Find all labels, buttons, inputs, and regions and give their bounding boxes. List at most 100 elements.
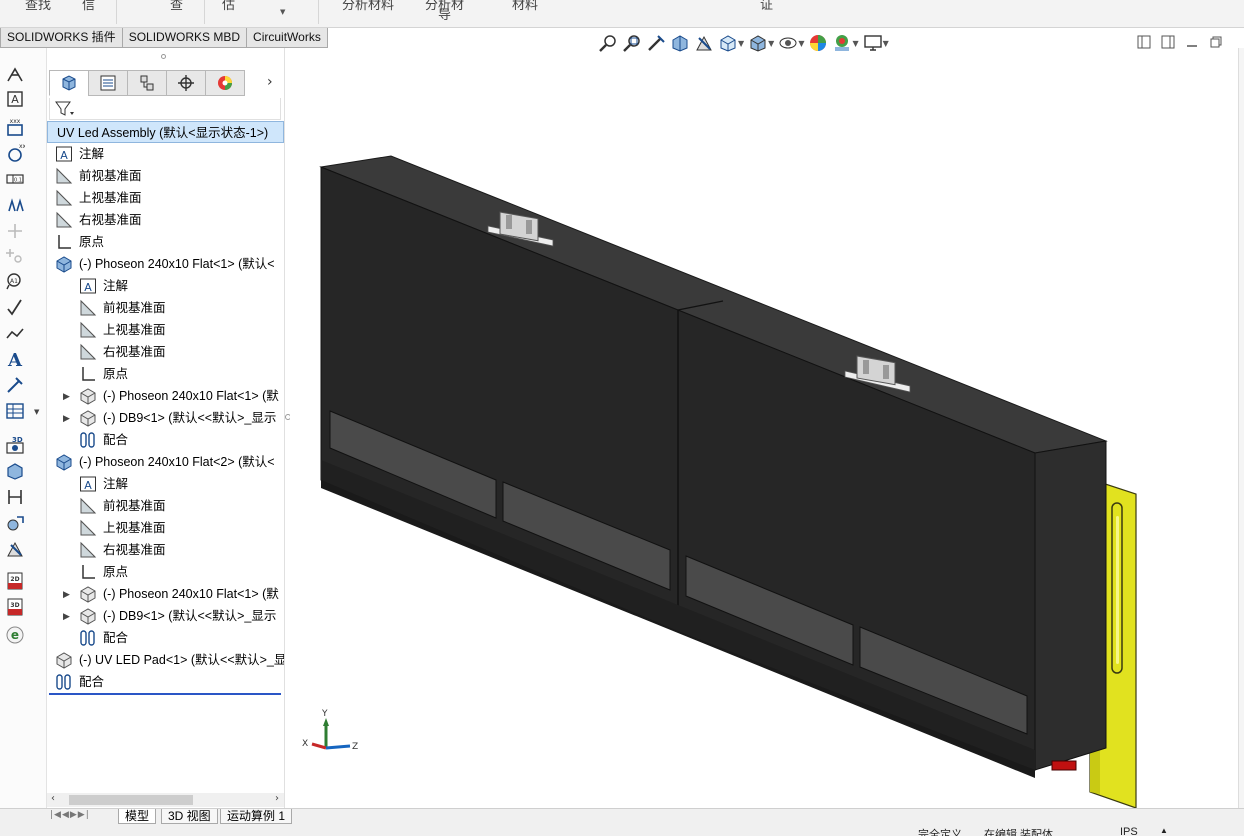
property-tab[interactable] (88, 70, 128, 96)
tree-item[interactable]: UV Led Assembly (默认<显示状态-1>) (47, 121, 284, 143)
leader-icon[interactable]: A1 (4, 270, 26, 292)
tree-item[interactable]: (-) UV LED Pad<1> (默认<<默认>_显 (47, 649, 284, 671)
view-settings-icon[interactable] (861, 32, 885, 54)
tree-item[interactable]: ▶ (-) Phoseon 240x10 Flat<1> (默 (47, 583, 284, 605)
expand-arrow-icon[interactable]: ▶ (63, 583, 70, 605)
apply-scene-icon[interactable] (830, 32, 854, 54)
text-icon[interactable]: A (4, 348, 26, 370)
tree-item[interactable]: 配合 (47, 627, 284, 649)
tree-item[interactable]: (-) Phoseon 240x10 Flat<2> (默认< (47, 451, 284, 473)
hole-callout-icon[interactable] (4, 374, 26, 396)
weld-symbol-icon[interactable] (4, 244, 26, 266)
apply-scene-dropdown-icon[interactable]: ▼ (852, 39, 858, 48)
ribbon-label-material[interactable]: 材料 (512, 0, 538, 13)
previous-view-icon[interactable] (644, 32, 668, 54)
status-units[interactable]: IPS (1120, 826, 1138, 836)
smart-dimension-icon[interactable] (4, 64, 26, 86)
zoom-to-area-icon[interactable] (620, 32, 644, 54)
tree-item[interactable]: (-) Phoseon 240x10 Flat<1> (默认< (47, 253, 284, 275)
table-dropdown-icon[interactable]: ▼ (34, 408, 39, 416)
expand-arrow-icon[interactable]: ▶ (63, 605, 70, 627)
tree-item[interactable]: A 注解 (47, 473, 284, 495)
tree-item[interactable]: 上视基准面 (47, 187, 284, 209)
tree-item[interactable]: A 注解 (47, 143, 284, 165)
ribbon-label-verify[interactable]: 证 (760, 0, 773, 13)
publish-3d-pdf-icon[interactable]: 2D (4, 570, 26, 592)
tree-item[interactable]: 右视基准面 (47, 341, 284, 363)
tab-nav-arrows-icon[interactable]: |◀◀▶▶| (50, 810, 90, 820)
ribbon-label-estimate[interactable]: 估 (222, 0, 235, 13)
3d-view-icon[interactable]: 3D (4, 434, 26, 456)
note-icon[interactable]: A (4, 88, 26, 110)
tab-circuitworks[interactable]: CircuitWorks (246, 28, 328, 48)
graphics-area[interactable]: Y X Z (290, 48, 1244, 808)
expand-arrow-icon[interactable]: ▶ (63, 385, 70, 407)
tree-item[interactable]: 右视基准面 (47, 209, 284, 231)
datum-target-icon[interactable]: xxx (4, 142, 26, 164)
tree-item[interactable]: 前视基准面 (47, 165, 284, 187)
configuration-tab[interactable] (127, 70, 167, 96)
tree-item[interactable]: 上视基准面 (47, 319, 284, 341)
dimxpert-tab[interactable] (166, 70, 206, 96)
filter-icon[interactable] (54, 100, 74, 118)
view-settings-dropdown-icon[interactable]: ▼ (883, 39, 889, 48)
hide-show-items-icon[interactable] (776, 32, 800, 54)
hide-show-dropdown-icon[interactable]: ▼ (798, 39, 804, 48)
scroll-right-arrow-icon[interactable]: › (275, 793, 279, 804)
scroll-left-arrow-icon[interactable]: ‹ (51, 793, 55, 804)
tree-filter[interactable] (49, 98, 281, 120)
tab-solidworks-mbd[interactable]: SOLIDWORKS MBD (121, 28, 248, 48)
tab-3d-view[interactable]: 3D 视图 (161, 809, 218, 824)
tolerance-icon[interactable]: 0.1 (4, 168, 26, 190)
table-icon[interactable] (4, 400, 26, 422)
tree-item[interactable]: A 注解 (47, 275, 284, 297)
tree-item[interactable]: 原点 (47, 561, 284, 583)
ribbon-label-info[interactable]: 信 (82, 0, 95, 13)
ribbon-label-analysis-material[interactable]: 分析材料 (342, 0, 394, 13)
surface-finish-icon[interactable] (4, 220, 26, 242)
tree-item[interactable]: ▶ (-) DB9<1> (默认<<默认>_显示 (47, 407, 284, 429)
tab-solidworks-addins[interactable]: SOLIDWORKS 插件 (0, 28, 123, 48)
tree-horizontal-scrollbar[interactable]: ‹ › (47, 793, 284, 807)
minimize-icon[interactable] (1180, 34, 1204, 50)
display-style-icon[interactable] (746, 32, 770, 54)
ribbon-dropdown-icon[interactable]: ▼ (280, 8, 285, 16)
surface-finish-symbol-icon[interactable] (4, 322, 26, 344)
datum-icon[interactable]: xxx (4, 116, 26, 138)
tree-item[interactable]: ▶ (-) DB9<1> (默认<<默认>_显示 (47, 605, 284, 627)
display-style-dropdown-icon[interactable]: ▼ (768, 39, 774, 48)
tree-item[interactable]: 原点 (47, 231, 284, 253)
units-dropdown-icon[interactable]: ▲ (1160, 826, 1168, 835)
ribbon-label-export[interactable]: 导 (438, 4, 451, 23)
tree-item[interactable]: 前视基准面 (47, 297, 284, 319)
task-pane-strip[interactable] (1238, 48, 1244, 808)
rotate-view-icon[interactable] (4, 538, 26, 560)
panel-grip[interactable] (161, 54, 166, 59)
tree-item[interactable]: 原点 (47, 363, 284, 385)
tree-item[interactable]: 上视基准面 (47, 517, 284, 539)
tab-motion-study[interactable]: 运动算例 1 (220, 809, 293, 824)
view-orientation-dropdown-icon[interactable]: ▼ (738, 39, 744, 48)
feature-tree-tab[interactable] (49, 70, 89, 96)
check-mark-icon[interactable] (4, 296, 26, 318)
tree-item[interactable]: 配合 (47, 429, 284, 451)
tree-item[interactable]: ▶ (-) Phoseon 240x10 Flat<1> (默 (47, 385, 284, 407)
ribbon-label-find[interactable]: 查找 (25, 0, 51, 13)
3d-model-view[interactable]: Y X Z (290, 48, 1244, 808)
scrollbar-thumb[interactable] (69, 795, 193, 805)
tile-right-icon[interactable] (1156, 34, 1180, 50)
dynamic-annotation-icon[interactable] (692, 32, 716, 54)
tab-model[interactable]: 模型 (118, 809, 157, 824)
ribbon-label-check[interactable]: 查 (170, 0, 183, 13)
capture-3d-view-icon[interactable] (4, 512, 26, 534)
export-3d-pdf-icon[interactable]: 3D (4, 596, 26, 618)
tile-left-icon[interactable] (1132, 34, 1156, 50)
section-view-icon[interactable] (668, 32, 692, 54)
tree-item[interactable]: 配合 (47, 671, 284, 693)
auto-dimension-icon[interactable] (4, 194, 26, 216)
edrawings-icon[interactable]: e (4, 624, 26, 646)
tree-item[interactable]: 右视基准面 (47, 539, 284, 561)
tree-item[interactable]: 前视基准面 (47, 495, 284, 517)
section-view-icon[interactable] (4, 460, 26, 482)
edit-appearance-icon[interactable] (806, 32, 830, 54)
